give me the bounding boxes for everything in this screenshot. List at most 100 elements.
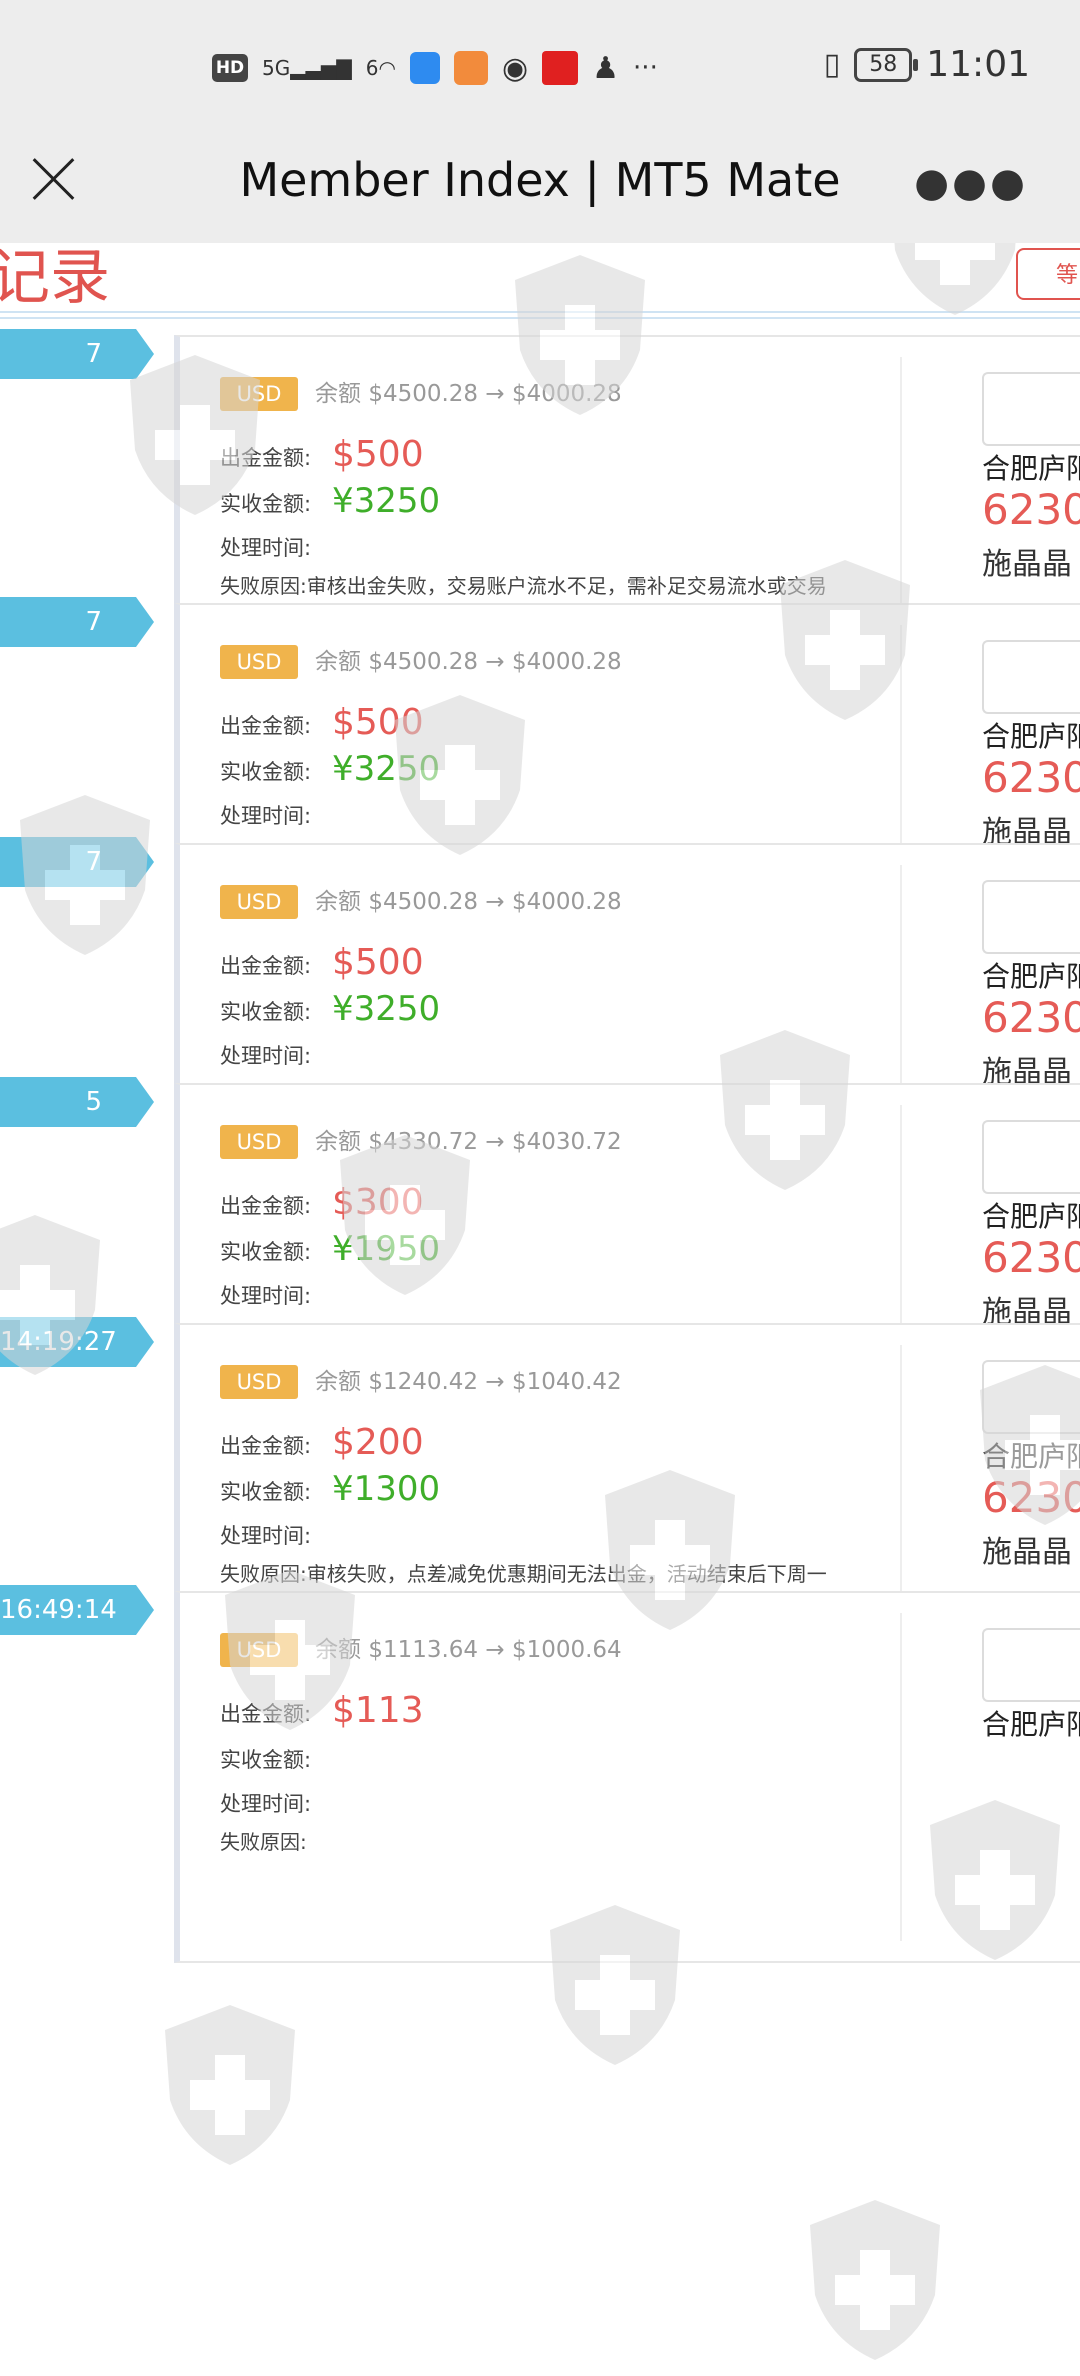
balance-value: $4500.28 → $4000.28 <box>368 889 622 915</box>
balance-label: 余额 <box>315 381 361 407</box>
time-tag: 7 10:50:21 <box>0 837 154 927</box>
balance-value: $4500.28 → $4000.28 <box>368 381 622 407</box>
card-number: 6230 <box>982 753 1080 802</box>
card-number: 6230 <box>982 1473 1080 1522</box>
bank-select-box[interactable] <box>982 1360 1080 1434</box>
balance-value: $1113.64 → $1000.64 <box>368 1637 622 1663</box>
balance-text: 余额 $1113.64 → $1000.64 <box>315 1633 622 1667</box>
balance-value: $1240.42 → $1040.42 <box>368 1369 622 1395</box>
fail-reason-text: 审核出金失败，交易账户流水不足，需补足交易流水或交易 <box>306 574 827 598</box>
fail-reason-label: 失败原因: <box>220 574 307 598</box>
currency-badge: USD <box>220 1633 298 1667</box>
balance-text: 余额 $4500.28 → $4000.28 <box>315 377 622 411</box>
received-label: 实收金额: <box>220 1748 312 1772</box>
withdraw-label: 出金金额: <box>220 714 312 738</box>
card-number: 6230 <box>982 993 1080 1042</box>
withdraw-amount: $200 <box>332 1422 424 1463</box>
section-title: 记录 <box>0 243 110 313</box>
process-time-label: 处理时间: <box>220 1524 312 1548</box>
received-amount: ¥3250 <box>332 989 441 1029</box>
withdraw-label: 出金金额: <box>220 1702 312 1726</box>
more-menu-icon[interactable]: ●●● <box>914 163 1028 203</box>
received-amount: ¥3250 <box>332 481 441 521</box>
balance-text: 余额 $4500.28 → $4000.28 <box>315 885 622 919</box>
bank-branch: 合肥庐阳 <box>982 452 1080 485</box>
bank-branch: 合肥庐阳 <box>982 1708 1080 1741</box>
status-bar: HD 5G▂▃▅▇ 6◠ ◉ ♟ ··· ▯ 58 11:01 <box>0 0 1080 135</box>
fail-reason-text: 审核失败，点差减免优惠期间无法出金，活动结束后下周一 <box>306 1562 827 1586</box>
account-holder: 施晶晶 <box>982 1535 1072 1570</box>
more-notifications-icon: ··· <box>633 53 658 83</box>
divider <box>0 317 1080 319</box>
fail-reason: 失败原因: <box>220 1821 880 1863</box>
status-right: ▯ 58 11:01 <box>824 44 1030 85</box>
watermark-shield-icon <box>810 2200 940 2360</box>
bank-select-box[interactable] <box>982 640 1080 714</box>
level-button[interactable]: 等 <box>1016 248 1080 300</box>
shield-app-icon <box>409 52 440 84</box>
status-icons: HD 5G▂▃▅▇ 6◠ ◉ ♟ ··· <box>212 48 658 88</box>
fail-reason-label: 失败原因: <box>220 1830 307 1854</box>
received-label: 实收金额: <box>220 1000 312 1024</box>
received-label: 实收金额: <box>220 492 312 516</box>
process-time-label: 处理时间: <box>220 1284 312 1308</box>
network-type: 5G <box>262 56 291 80</box>
currency-badge: USD <box>220 377 298 411</box>
received-amount: ¥1950 <box>332 1229 441 1269</box>
withdraw-amount: $500 <box>332 434 424 475</box>
received-amount: ¥1300 <box>332 1469 441 1509</box>
currency-badge: USD <box>220 645 298 679</box>
withdraw-label: 出金金额: <box>220 954 312 978</box>
currency-badge: USD <box>220 885 298 919</box>
bank-select-box[interactable] <box>982 1120 1080 1194</box>
vibrate-icon: ▯ <box>823 47 841 82</box>
process-time-label: 处理时间: <box>220 536 312 560</box>
balance-value: $4330.72 → $4030.72 <box>368 1129 622 1155</box>
received-label: 实收金额: <box>220 1240 312 1264</box>
withdraw-amount: $113 <box>332 1690 424 1731</box>
qq-icon: ♟ <box>592 50 620 86</box>
withdraw-label: 出金金额: <box>220 1194 312 1218</box>
bank-select-box[interactable] <box>982 372 1080 446</box>
withdraw-label: 出金金额: <box>220 446 312 470</box>
card-divider <box>900 1613 902 1941</box>
red-app-icon <box>542 51 579 85</box>
bank-branch: 合肥庐阳 <box>982 1440 1080 1473</box>
balance-label: 余额 <box>315 1369 361 1395</box>
record-card[interactable]: USD 余额 $1113.64 → $1000.64 出金金额: $113 实收金额: 处… <box>174 1591 1080 1963</box>
time-tag: 7 10:52:58 <box>0 329 154 419</box>
received-label: 实收金额: <box>220 1480 312 1504</box>
watermark-shield-icon <box>165 2005 295 2165</box>
fail-reason-label: 失败原因: <box>220 1562 307 1586</box>
cellular-signal-icon: 5G▂▃▅▇ <box>262 56 352 80</box>
divider <box>0 311 1080 313</box>
currency-badge: USD <box>220 1125 298 1159</box>
header-bar: Member Index | MT5 Mate ●●● <box>0 135 1080 243</box>
received-label: 实收金额: <box>220 760 312 784</box>
process-time-label: 处理时间: <box>220 1044 312 1068</box>
time-tag: 14:19:27 <box>0 1317 154 1367</box>
balance-label: 余额 <box>315 889 361 915</box>
balance-label: 余额 <box>315 1637 361 1663</box>
time-tag: 16:49:14 <box>0 1585 154 1635</box>
process-time-label: 处理时间: <box>220 804 312 828</box>
bank-branch: 合肥庐阳 <box>982 720 1080 753</box>
card-number: 6230 <box>982 1233 1080 1282</box>
time-tag: 7 10:51:31 <box>0 597 154 687</box>
received-amount: ¥3250 <box>332 749 441 789</box>
bank-branch: 合肥庐阳 <box>982 1200 1080 1233</box>
time-tag: 5 09:58:53 <box>0 1077 154 1167</box>
bank-select-box[interactable] <box>982 880 1080 954</box>
app-notification-icon <box>453 51 488 85</box>
withdraw-amount: $500 <box>332 942 424 983</box>
balance-label: 余额 <box>315 649 361 675</box>
balance-text: 余额 $1240.42 → $1040.42 <box>315 1365 622 1399</box>
wechat-icon: ◉ <box>501 50 529 86</box>
battery-icon: 58 <box>854 47 919 82</box>
clock: 11:01 <box>926 44 1030 85</box>
withdraw-amount: $500 <box>332 702 424 743</box>
wifi-icon: 6◠ <box>365 56 396 80</box>
balance-text: 余额 $4500.28 → $4000.28 <box>315 645 622 679</box>
content-area[interactable]: 记录 等 7 10:52:58 USD 余额 $4500.28 → $4000.28… <box>0 243 1080 2376</box>
bank-select-box[interactable] <box>982 1628 1080 1702</box>
